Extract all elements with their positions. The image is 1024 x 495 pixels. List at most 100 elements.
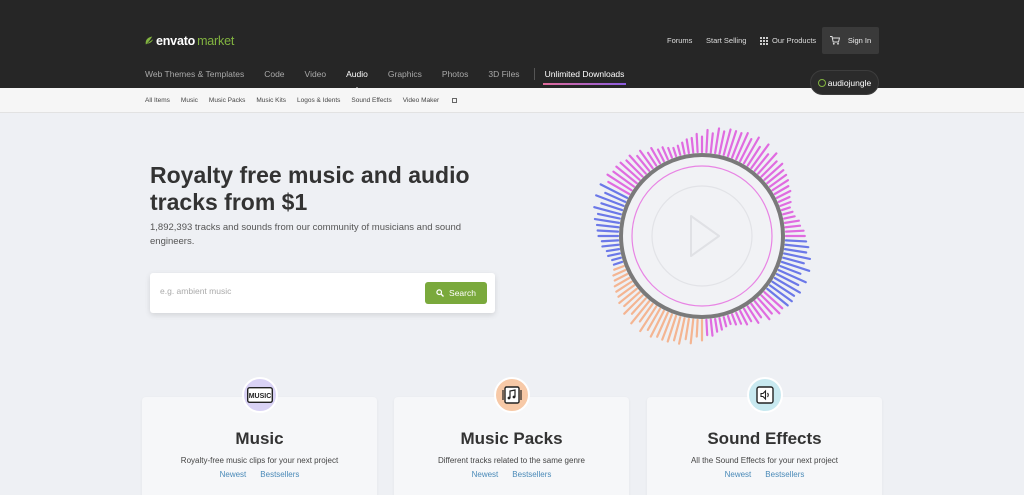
waveform-bar xyxy=(782,210,794,216)
nav-web-themes[interactable]: Web Themes & Templates xyxy=(145,69,244,79)
nav-divider xyxy=(533,68,535,80)
nav-audio[interactable]: Audio xyxy=(346,69,368,91)
waveform-bar xyxy=(661,146,669,161)
audiojungle-logo-icon xyxy=(817,78,826,87)
envato-market-logo[interactable]: envato market xyxy=(145,34,234,48)
waveform-bar xyxy=(705,128,709,154)
waveform-bar xyxy=(784,239,808,243)
subnav-video-maker-label: Video Maker xyxy=(402,97,440,104)
music-label-icon: MUSIC xyxy=(246,387,273,403)
waveform-bar xyxy=(722,316,728,328)
audio-wave-play-visual[interactable] xyxy=(575,118,830,363)
nav-code[interactable]: Code xyxy=(264,69,284,79)
waveform-bar xyxy=(780,260,811,272)
card-description: Different tracks related to the same gen… xyxy=(437,456,586,465)
waveform-bar xyxy=(638,149,654,170)
nav-graphics[interactable]: Graphics xyxy=(388,69,422,79)
card-newest-link[interactable]: Newest xyxy=(220,470,247,479)
waveform-bar xyxy=(775,273,800,287)
waveform-bar xyxy=(784,243,810,249)
waveform-bar xyxy=(766,169,785,185)
search-box: Search xyxy=(150,273,495,313)
subnav-music[interactable]: Music xyxy=(181,97,198,104)
nav-3d-files[interactable]: 3D Files xyxy=(488,69,519,79)
waveform-bar xyxy=(684,317,690,341)
card-bestsellers-link[interactable]: Bestsellers xyxy=(512,470,551,479)
start-selling-link[interactable]: Start Selling xyxy=(706,36,746,45)
waveform-bar xyxy=(718,317,723,331)
our-products-label: Our Products xyxy=(772,36,817,45)
speaker-icon xyxy=(755,386,774,404)
music-icon: MUSIC xyxy=(241,377,278,413)
waveform-bar xyxy=(783,215,796,220)
subnav-music-kits[interactable]: Music Kits xyxy=(256,97,286,104)
waveform-bar xyxy=(695,318,699,338)
waveform-bar xyxy=(695,132,699,154)
waveform-bar xyxy=(784,229,805,233)
cart-icon xyxy=(829,36,840,45)
waveform-bar xyxy=(630,297,647,315)
card-description: All the Sound Effects for your next proj… xyxy=(690,456,839,465)
player-outer-ring xyxy=(619,153,785,319)
logo-suffix: market xyxy=(197,34,235,48)
waveform-bar xyxy=(768,173,788,188)
sound-effects-icon xyxy=(746,377,783,413)
our-products-link[interactable]: Our Products xyxy=(760,36,816,45)
waveform-bar xyxy=(709,132,714,154)
grid-icon xyxy=(760,36,768,45)
waveform-bar xyxy=(596,212,621,220)
waveform-bar xyxy=(746,305,760,324)
audiojungle-badge[interactable]: audiojungle xyxy=(810,70,879,95)
waveform-bar xyxy=(779,200,792,207)
waveform-bar xyxy=(784,224,802,229)
subnav-logos-idents[interactable]: Logos & Idents xyxy=(297,97,340,104)
search-icon xyxy=(436,289,444,297)
waveform-bar xyxy=(757,297,773,315)
music-album-icon xyxy=(501,386,522,404)
search-input[interactable] xyxy=(160,286,410,296)
waveform-bar xyxy=(676,144,682,156)
card-newest-link[interactable]: Newest xyxy=(472,470,499,479)
external-link-icon xyxy=(452,97,458,103)
subnav-sound-effects[interactable]: Sound Effects xyxy=(351,97,391,104)
card-title: Music Packs xyxy=(460,429,563,448)
search-button[interactable]: Search xyxy=(425,282,487,304)
waveform-bar xyxy=(731,313,738,326)
waveform-bar xyxy=(690,136,695,154)
waveform-bar xyxy=(753,153,770,172)
waveform-bar xyxy=(623,291,641,308)
waveform-bar xyxy=(600,239,620,243)
category-card-music[interactable]: MUSIC Music Royalty-free music clips for… xyxy=(142,377,377,495)
waveform-bar xyxy=(611,256,622,262)
waveform-bar xyxy=(656,311,669,338)
subnav-all-items[interactable]: All Items xyxy=(145,97,170,104)
hero-title: Royalty free music and audio tracks from… xyxy=(150,162,470,215)
leaf-icon xyxy=(145,36,154,45)
waveform-bar xyxy=(726,314,732,326)
waveform-bar xyxy=(612,260,624,266)
card-title: Music xyxy=(235,429,284,448)
waveform-bar xyxy=(601,243,620,248)
forums-link[interactable]: Forums xyxy=(667,36,692,45)
waveform-bar xyxy=(783,248,808,254)
waveform-bar xyxy=(685,138,690,155)
subnav-video-maker[interactable]: Video Maker xyxy=(403,97,468,104)
waveform-bar xyxy=(667,146,673,159)
card-newest-link[interactable]: Newest xyxy=(725,470,752,479)
waveform-bar xyxy=(672,146,678,158)
main-nav: Web Themes & Templates Code Video Audio … xyxy=(145,68,627,91)
waveform-bar xyxy=(595,223,620,229)
nav-unlimited-downloads[interactable]: Unlimited Downloads xyxy=(542,69,627,85)
card-bestsellers-link[interactable]: Bestsellers xyxy=(260,470,299,479)
waveform-bar xyxy=(593,217,621,224)
category-card-sound-effects[interactable]: Sound Effects All the Sound Effects for … xyxy=(647,377,882,495)
subnav-music-packs[interactable]: Music Packs xyxy=(209,97,245,104)
card-bestsellers-link[interactable]: Bestsellers xyxy=(765,470,804,479)
category-card-music-packs[interactable]: Music Packs Different tracks related to … xyxy=(394,377,629,495)
svg-text:MUSIC: MUSIC xyxy=(248,393,271,400)
waveform-bar xyxy=(613,265,625,271)
waveform-bar xyxy=(612,269,627,277)
nav-photos[interactable]: Photos xyxy=(442,69,468,79)
nav-video[interactable]: Video xyxy=(305,69,327,79)
sign-in-button[interactable]: Sign In xyxy=(822,27,879,54)
